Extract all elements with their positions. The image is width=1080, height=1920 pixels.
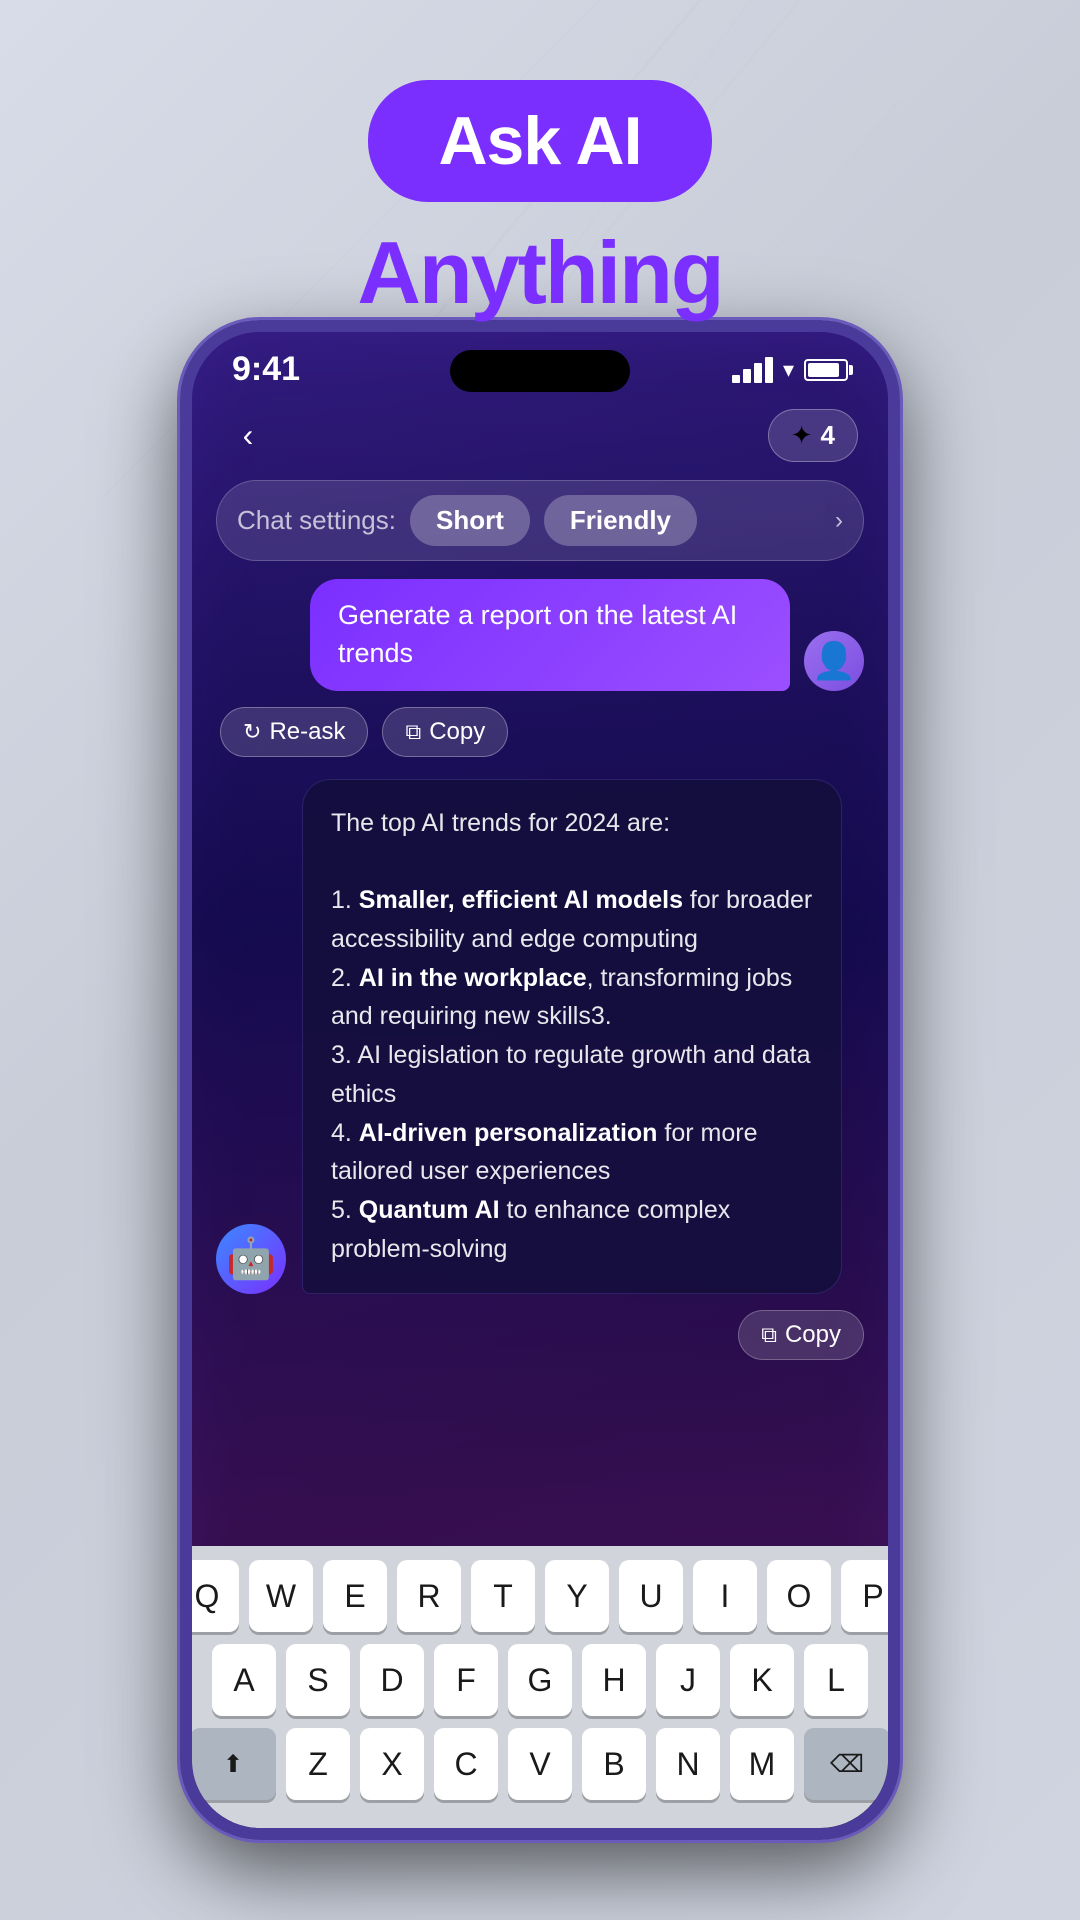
- key-i[interactable]: I: [693, 1560, 757, 1632]
- key-y[interactable]: Y: [545, 1560, 609, 1632]
- key-h[interactable]: H: [582, 1644, 646, 1716]
- status-icons: ▾: [732, 357, 848, 383]
- user-avatar: 👤: [804, 631, 864, 691]
- key-c[interactable]: C: [434, 1728, 498, 1800]
- ai-message-row: 🤖 The top AI trends for 2024 are: 1. Sma…: [216, 779, 864, 1294]
- phone-interior: 9:41 ▾ ‹ ✦ 4: [192, 332, 888, 1828]
- key-z[interactable]: Z: [286, 1728, 350, 1800]
- chat-settings-bar[interactable]: Chat settings: Short Friendly ›: [216, 480, 864, 561]
- key-n[interactable]: N: [656, 1728, 720, 1800]
- key-f[interactable]: F: [434, 1644, 498, 1716]
- copy-icon-bottom: ⧉: [761, 1322, 777, 1348]
- key-b[interactable]: B: [582, 1728, 646, 1800]
- copy-icon-top: ⧉: [405, 719, 421, 745]
- phone-frame: 9:41 ▾ ‹ ✦ 4: [180, 320, 900, 1840]
- back-button[interactable]: ‹: [222, 410, 274, 462]
- credits-count: 4: [821, 420, 835, 451]
- reask-icon: ↻: [243, 719, 261, 745]
- ai-intro: The top AI trends for 2024 are:: [331, 809, 670, 837]
- nav-bar: ‹ ✦ 4: [192, 399, 888, 472]
- avatar-icon: 👤: [812, 640, 857, 682]
- status-time: 9:41: [232, 350, 300, 389]
- credits-badge[interactable]: ✦ 4: [768, 409, 858, 462]
- copy-label-top: Copy: [429, 718, 485, 746]
- key-shift[interactable]: ⬆: [190, 1728, 276, 1800]
- signal-icon: [732, 357, 773, 383]
- wifi-icon: ▾: [783, 357, 794, 383]
- badge-text: Ask AI: [438, 103, 641, 179]
- key-m[interactable]: M: [730, 1728, 794, 1800]
- key-q[interactable]: Q: [180, 1560, 239, 1632]
- key-e[interactable]: E: [323, 1560, 387, 1632]
- keyboard-row-1: Q W E R T Y U I O P: [202, 1560, 878, 1632]
- key-r[interactable]: R: [397, 1560, 461, 1632]
- keyboard-row-2: A S D F G H J K L: [202, 1644, 878, 1716]
- dynamic-island: [450, 350, 630, 392]
- chat-settings-label: Chat settings:: [237, 505, 396, 536]
- header: Ask AI Anything: [0, 0, 1080, 324]
- chat-area: Generate a report on the latest AI trend…: [192, 579, 888, 1360]
- key-u[interactable]: U: [619, 1560, 683, 1632]
- chevron-right-icon: ›: [835, 507, 843, 535]
- key-x[interactable]: X: [360, 1728, 424, 1800]
- setting-friendly[interactable]: Friendly: [544, 495, 697, 546]
- key-g[interactable]: G: [508, 1644, 572, 1716]
- ask-ai-badge: Ask AI: [368, 80, 711, 202]
- key-o[interactable]: O: [767, 1560, 831, 1632]
- key-j[interactable]: J: [656, 1644, 720, 1716]
- ai-message-text: The top AI trends for 2024 are: 1. Small…: [331, 804, 813, 1269]
- key-p[interactable]: P: [841, 1560, 900, 1632]
- key-w[interactable]: W: [249, 1560, 313, 1632]
- sparkle-icon: ✦: [791, 420, 813, 451]
- key-l[interactable]: L: [804, 1644, 868, 1716]
- copy-button-bottom[interactable]: ⧉ Copy: [738, 1310, 864, 1360]
- ai-message-bubble: The top AI trends for 2024 are: 1. Small…: [302, 779, 842, 1294]
- key-a[interactable]: A: [212, 1644, 276, 1716]
- subtitle-text: Anything: [0, 222, 1080, 324]
- reask-button[interactable]: ↻ Re-ask: [220, 707, 368, 757]
- action-buttons-row: ↻ Re-ask ⧉ Copy: [216, 707, 864, 757]
- battery-icon: [804, 359, 848, 381]
- copy-label-bottom: Copy: [785, 1321, 841, 1349]
- user-message-text: Generate a report on the latest AI trend…: [338, 600, 737, 668]
- user-message-bubble: Generate a report on the latest AI trend…: [310, 579, 790, 691]
- back-chevron-icon: ‹: [243, 417, 254, 454]
- key-k[interactable]: K: [730, 1644, 794, 1716]
- key-v[interactable]: V: [508, 1728, 572, 1800]
- key-backspace[interactable]: ⌫: [804, 1728, 890, 1800]
- user-message-row: Generate a report on the latest AI trend…: [216, 579, 864, 691]
- ai-avatar: 🤖: [216, 1224, 286, 1294]
- key-d[interactable]: D: [360, 1644, 424, 1716]
- key-s[interactable]: S: [286, 1644, 350, 1716]
- keyboard-row-3: ⬆ Z X C V B N M ⌫: [202, 1728, 878, 1800]
- copy-button-top[interactable]: ⧉ Copy: [382, 707, 508, 757]
- keyboard: Q W E R T Y U I O P A S D F G H J K: [192, 1546, 888, 1828]
- setting-short[interactable]: Short: [410, 495, 530, 546]
- reask-label: Re-ask: [269, 718, 345, 746]
- copy-btn-row: ⧉ Copy: [216, 1310, 864, 1360]
- key-t[interactable]: T: [471, 1560, 535, 1632]
